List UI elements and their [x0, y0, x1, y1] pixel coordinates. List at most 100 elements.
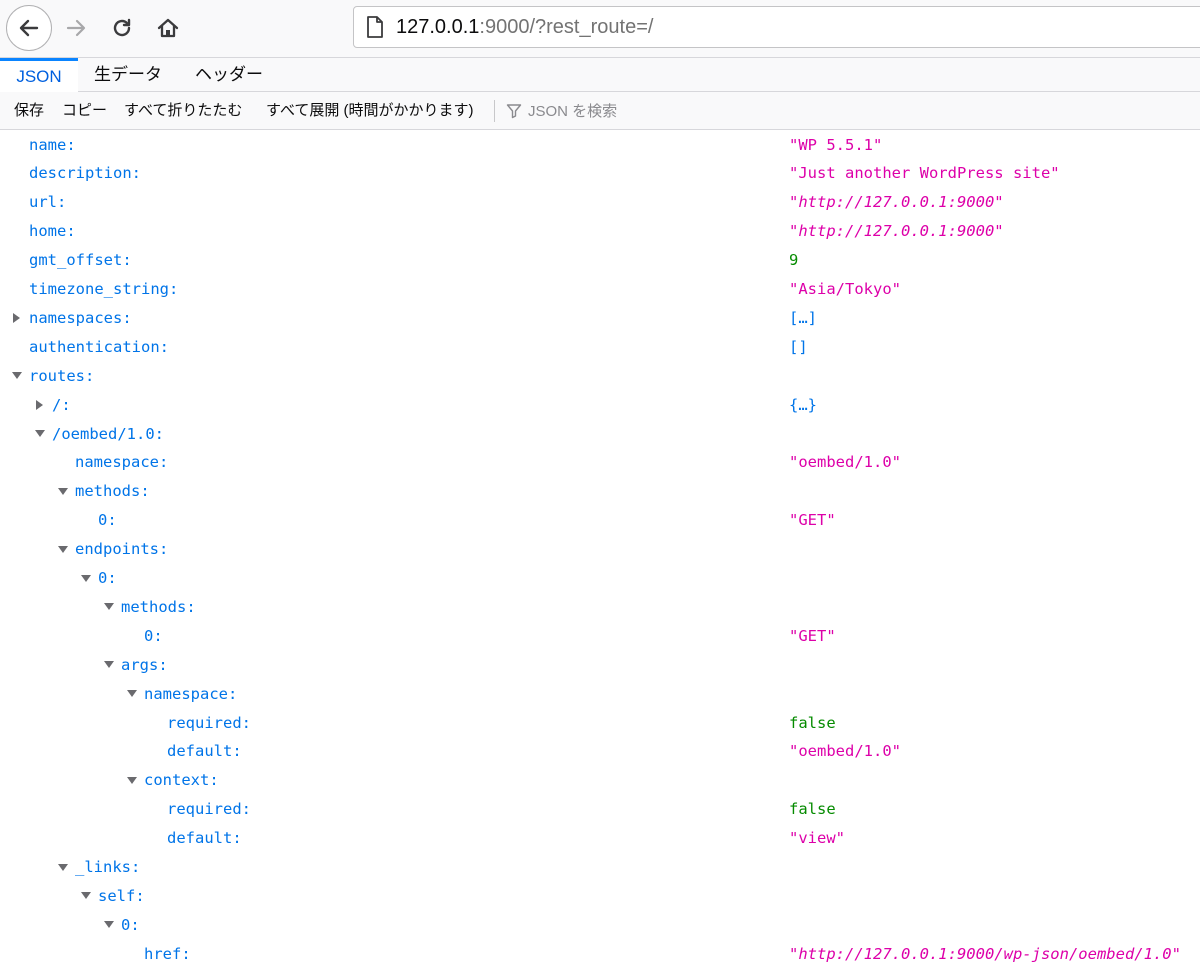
- json-row: namespace: "oembed/1.0": [0, 448, 1200, 477]
- json-key: required:: [167, 713, 251, 732]
- json-value: []: [789, 337, 808, 356]
- json-row: href: "http://127.0.0.1:9000/wp-json/oemb…: [0, 940, 1200, 968]
- expand-triangle-icon[interactable]: [80, 564, 92, 593]
- json-key: 0:: [98, 569, 117, 587]
- json-row: 0: "GET": [0, 622, 1200, 651]
- json-key: required:: [167, 800, 251, 819]
- json-value: "http://127.0.0.1:9000": [789, 222, 1004, 241]
- json-key: home:: [29, 222, 76, 241]
- tab-headers[interactable]: ヘッダー: [184, 58, 274, 92]
- expand-triangle-icon[interactable]: [126, 766, 138, 795]
- json-value: "oembed/1.0": [789, 453, 901, 472]
- json-key: context:: [144, 771, 219, 790]
- json-row[interactable]: methods:: [0, 477, 1200, 506]
- json-row[interactable]: context:: [0, 766, 1200, 795]
- url-host: 127.0.0.1: [396, 15, 480, 38]
- collapsed-triangle-icon[interactable]: [11, 304, 23, 333]
- json-key: name:: [29, 135, 76, 154]
- json-key: _links:: [75, 858, 141, 876]
- url-text: 127.0.0.1:9000/?rest_route=/: [396, 16, 653, 39]
- json-value: "Asia/Tokyo": [789, 280, 901, 298]
- forward-button[interactable]: [54, 8, 98, 48]
- json-row[interactable]: args:: [0, 651, 1200, 680]
- json-row: home: "http://127.0.0.1:9000": [0, 217, 1200, 246]
- json-value: "GET": [789, 626, 836, 645]
- json-key: gmt_offset:: [29, 251, 132, 270]
- json-row[interactable]: routes:: [0, 362, 1200, 391]
- viewer-tabs: JSON 生データ ヘッダー: [0, 58, 1200, 92]
- json-key: self:: [98, 886, 145, 905]
- json-value: "http://127.0.0.1:9000/wp-json/oembed/1.…: [789, 944, 1181, 963]
- json-key: 0:: [121, 915, 140, 934]
- json-key: methods:: [121, 597, 196, 616]
- json-key: namespace:: [75, 453, 169, 472]
- json-row[interactable]: methods:: [0, 593, 1200, 622]
- expand-triangle-icon[interactable]: [103, 911, 115, 940]
- json-value: […]: [789, 308, 817, 327]
- json-row[interactable]: namespaces: […]: [0, 304, 1200, 333]
- expand-triangle-icon[interactable]: [103, 651, 115, 680]
- json-value: false: [789, 800, 836, 819]
- expand-all-button[interactable]: すべて展開 (時間がかかります): [266, 92, 474, 130]
- json-key: methods:: [75, 482, 150, 501]
- page-icon: [364, 15, 386, 39]
- filter-input[interactable]: [528, 102, 828, 120]
- json-tree: name: "WP 5.5.1" description: "Just another…: [0, 130, 1200, 968]
- json-row[interactable]: endpoints:: [0, 535, 1200, 564]
- json-key: routes:: [29, 366, 95, 385]
- collapse-all-button[interactable]: すべて折りたたむ: [124, 92, 242, 130]
- json-row[interactable]: _links:: [0, 853, 1200, 882]
- json-row[interactable]: /: {…}: [0, 391, 1200, 420]
- json-key: url:: [29, 193, 67, 212]
- expand-triangle-icon[interactable]: [80, 882, 92, 911]
- json-toolbar: 保存 コピー すべて折りたたむ すべて展開 (時間がかかります): [0, 92, 1200, 130]
- url-path: :9000/?rest_route=/: [479, 15, 654, 38]
- expand-triangle-icon[interactable]: [34, 420, 46, 449]
- json-row[interactable]: /oembed/1.0:: [0, 420, 1200, 449]
- json-row[interactable]: namespace:: [0, 680, 1200, 709]
- json-key: 0:: [98, 511, 117, 530]
- json-row[interactable]: self:: [0, 882, 1200, 911]
- reload-button[interactable]: [100, 8, 144, 48]
- home-button[interactable]: [146, 8, 190, 48]
- toolbar-divider: [494, 100, 495, 122]
- address-bar[interactable]: 127.0.0.1:9000/?rest_route=/: [353, 6, 1200, 48]
- json-row: 0: "GET": [0, 506, 1200, 535]
- json-row: url: "http://127.0.0.1:9000": [0, 188, 1200, 217]
- expand-triangle-icon[interactable]: [57, 477, 69, 506]
- json-key: args:: [121, 655, 168, 674]
- json-key: default:: [167, 829, 242, 848]
- back-arrow-icon: [19, 19, 39, 37]
- back-button[interactable]: [6, 5, 52, 51]
- json-key: namespace:: [144, 684, 238, 703]
- json-key: description:: [29, 164, 141, 183]
- json-key: authentication:: [29, 337, 169, 356]
- copy-button[interactable]: コピー: [62, 92, 107, 130]
- expand-triangle-icon[interactable]: [57, 535, 69, 564]
- json-row: authentication: []: [0, 333, 1200, 362]
- reload-icon: [113, 18, 131, 37]
- json-key: href:: [144, 944, 191, 963]
- tab-json[interactable]: JSON: [0, 58, 78, 92]
- expand-triangle-icon[interactable]: [126, 680, 138, 709]
- json-row: name: "WP 5.5.1": [0, 131, 1200, 160]
- json-filter: [506, 92, 828, 130]
- json-row[interactable]: 0:: [0, 564, 1200, 593]
- json-key: /:: [52, 395, 71, 414]
- json-key: default:: [167, 742, 242, 761]
- home-icon: [157, 18, 179, 38]
- json-key: namespaces:: [29, 308, 132, 327]
- json-key: /oembed/1.0:: [52, 424, 164, 443]
- collapsed-triangle-icon[interactable]: [34, 391, 46, 420]
- tab-raw-data[interactable]: 生データ: [88, 58, 168, 92]
- expand-triangle-icon[interactable]: [57, 853, 69, 882]
- json-value: false: [789, 713, 836, 732]
- json-key: timezone_string:: [29, 280, 179, 298]
- json-row: required: false: [0, 795, 1200, 824]
- json-row[interactable]: 0:: [0, 911, 1200, 940]
- expand-triangle-icon[interactable]: [11, 362, 23, 391]
- save-button[interactable]: 保存: [14, 92, 44, 130]
- json-value: "view": [789, 829, 845, 848]
- json-row: gmt_offset: 9: [0, 246, 1200, 275]
- expand-triangle-icon[interactable]: [103, 593, 115, 622]
